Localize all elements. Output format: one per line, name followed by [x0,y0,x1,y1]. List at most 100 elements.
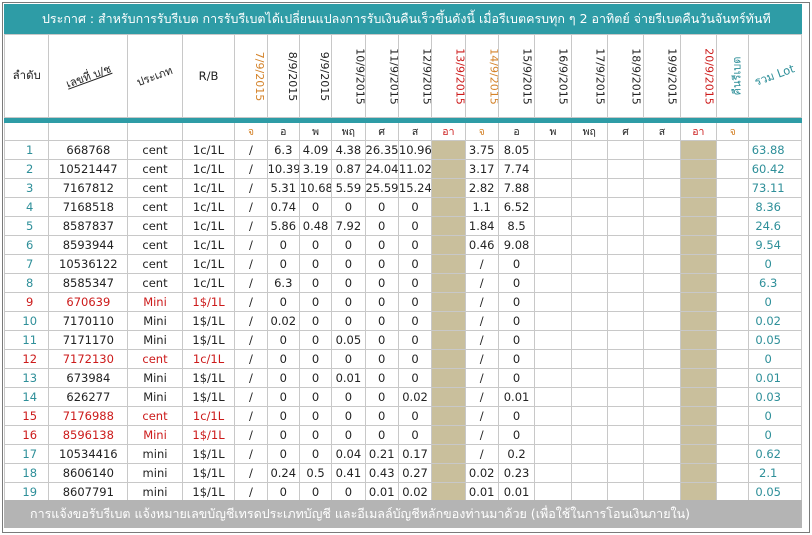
row-index: 1 [3,140,50,160]
daily-lot-cell: 8.5 [497,216,536,236]
col-header-date-5: 11/9/2015 [364,34,399,118]
daily-lot-cell: 0 [331,292,366,312]
rebate-rate: 1c/1L [181,254,236,274]
rebate-rate: 1$/1L [181,463,236,483]
row-index: 2 [3,159,50,179]
daily-lot-cell: 0 [364,197,399,217]
account-type: Mini [127,425,183,445]
daily-lot-cell: 0 [298,311,333,331]
account-number: 8585347 [48,273,129,293]
rebate-rate: 1$/1L [181,425,236,445]
daily-lot-cell: 0.48 [298,216,333,236]
daily-lot-cell [606,349,645,369]
weekday-label: อ [497,122,536,141]
table-row: 12 7172130 cent 1c/1L/0 0 0 0 0/0 0 [3,349,802,369]
total-lot: 0.02 [748,311,802,331]
daily-lot-cell: 0 [298,349,333,369]
header-row: ลำดับ เลขที่ บ/ช ประเภท R/B 7/9/2015 8/9… [3,34,802,118]
daily-lot-cell: / [234,178,268,198]
account-type: cent [127,197,183,217]
rebate-rate: 1c/1L [181,159,236,179]
weekday-row: จอพพฤศสอาจอพพฤศสอาจ [3,122,802,141]
daily-lot-cell [679,292,718,312]
row-index: 18 [3,463,50,483]
daily-lot-cell: 0.74 [266,197,300,217]
daily-lot-cell: / [234,197,268,217]
daily-lot-cell: 0 [266,368,300,388]
daily-lot-cell: 10.39 [266,159,300,179]
daily-lot-cell [643,425,681,445]
weekday-label: พฤ [331,122,366,141]
daily-lot-cell: 0.43 [364,463,399,483]
daily-lot-cell [570,197,608,217]
total-lot: 0 [748,406,802,426]
col-header-rb: R/B [181,34,236,118]
daily-lot-cell [431,159,466,179]
col-header-date-12: 18/9/2015 [606,34,645,118]
table-row: 6 8593944 cent 1c/1L/0 0 0 0 0 0.46 9.08 9.54 [3,235,802,255]
col-header-date-11: 17/9/2015 [570,34,608,118]
daily-lot-cell: 0 [298,444,333,464]
daily-lot-cell [679,425,718,445]
daily-lot-cell: / [234,349,268,369]
daily-lot-cell: / [234,387,268,407]
daily-lot-cell: 6.3 [266,140,300,160]
row-index: 19 [3,482,50,502]
table-row: 15 7176988 cent 1c/1L/0 0 0 0 0/0 0 [3,406,802,426]
daily-lot-cell: 0.27 [397,463,433,483]
account-type: cent [127,216,183,236]
daily-lot-cell [643,140,681,160]
table-row: 14 626277 Mini 1$/1L/0 0 0 0 0.02/0.01 0.03 [3,387,802,407]
daily-lot-cell [643,197,681,217]
account-number: 8593944 [48,235,129,255]
daily-lot-cell: 0.01 [331,368,366,388]
account-type: mini [127,444,183,464]
daily-lot-cell: 0 [397,368,433,388]
daily-lot-cell [643,235,681,255]
daily-lot-cell: 0 [298,425,333,445]
weekday-label: พฤ [570,122,608,141]
daily-lot-cell [570,235,608,255]
daily-lot-cell: 0 [266,425,300,445]
account-type: Mini [127,387,183,407]
table-row: 7 10536122 cent 1c/1L/0 0 0 0 0/0 0 [3,254,802,274]
total-lot: 60.42 [748,159,802,179]
daily-lot-cell [606,197,645,217]
daily-lot-cell: 0 [331,349,366,369]
daily-lot-cell: 0.87 [331,159,366,179]
daily-lot-cell [534,292,572,312]
daily-lot-cell: 0 [364,311,399,331]
daily-lot-cell: 0 [397,406,433,426]
daily-lot-cell: 0 [331,482,366,502]
col-header-total: รวม Lot [748,34,802,118]
daily-lot-cell [716,444,750,464]
daily-lot-cell [679,406,718,426]
daily-lot-cell: 0 [331,197,366,217]
daily-lot-cell [716,254,750,274]
weekday-label: พ [534,122,572,141]
daily-lot-cell: 0 [298,197,333,217]
daily-lot-cell [606,273,645,293]
daily-lot-cell [534,463,572,483]
daily-lot-cell [534,273,572,293]
account-number: 7172130 [48,349,129,369]
daily-lot-cell: 0.01 [364,482,399,502]
daily-lot-cell: 0.41 [331,463,366,483]
daily-lot-cell: / [234,406,268,426]
daily-lot-cell [643,482,681,502]
daily-lot-cell: 0 [331,235,366,255]
daily-lot-cell [534,425,572,445]
daily-lot-cell: 0 [397,254,433,274]
weekday-label: ส [643,122,681,141]
daily-lot-cell [679,140,718,160]
daily-lot-cell: / [234,330,268,350]
col-header-date-14: 20/9/2015 [679,34,718,118]
daily-lot-cell: / [234,254,268,274]
daily-lot-cell: 0 [266,349,300,369]
daily-lot-cell [534,235,572,255]
daily-lot-cell [643,444,681,464]
daily-lot-cell [534,216,572,236]
account-number: 670639 [48,292,129,312]
daily-lot-cell: 0 [266,387,300,407]
table-row: 1 668768 cent 1c/1L/6.3 4.09 4.38 26.35 10.96 3.… [3,140,802,160]
